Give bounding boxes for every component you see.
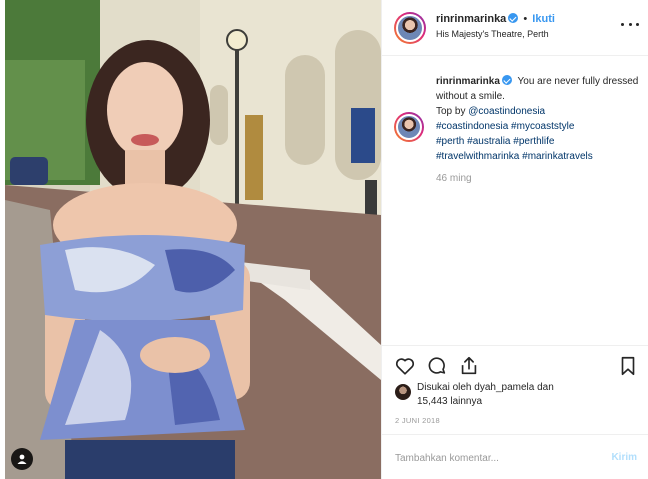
verified-badge-icon: [501, 75, 512, 85]
author-avatar[interactable]: [394, 12, 426, 44]
post-photo[interactable]: [5, 0, 381, 479]
likes-mid: dan: [534, 382, 554, 393]
likes-text: Disukai oleh dyah_pamela dan 15,443 lain…: [417, 381, 627, 409]
post-caption: rinrinmarinka You are never fully dresse…: [436, 74, 641, 164]
bookmark-icon[interactable]: [617, 355, 639, 377]
post-header: rinrinmarinka • Ikuti His Majesty's Thea…: [382, 0, 648, 56]
comment-icon[interactable]: [426, 355, 448, 377]
author-username[interactable]: rinrinmarinka: [436, 13, 506, 25]
comment-input[interactable]: [395, 450, 585, 466]
comment-bar: Kirim: [382, 434, 648, 479]
hashtags-line-1[interactable]: #coastindonesia #mycoaststyle: [436, 121, 574, 132]
liker-avatar[interactable]: [395, 384, 411, 400]
post-location[interactable]: His Majesty's Theatre, Perth: [436, 29, 549, 39]
author-line: rinrinmarinka • Ikuti: [436, 13, 555, 25]
verified-badge-icon: [508, 13, 519, 23]
post-date[interactable]: 2 JUNI 2018: [395, 416, 440, 425]
action-bar: [382, 345, 648, 385]
share-icon[interactable]: [458, 355, 480, 377]
follow-separator: •: [523, 13, 528, 25]
hashtags-line-3[interactable]: #travelwithmarinka #marinkatravels: [436, 151, 593, 162]
caption-time-ago: 46 ming: [436, 173, 472, 184]
caption-mention[interactable]: @coastindonesia: [468, 106, 545, 117]
caption-username[interactable]: rinrinmarinka: [436, 76, 500, 87]
send-comment-button[interactable]: Kirim: [611, 452, 637, 463]
likes-count[interactable]: 15,443 lainnya: [417, 396, 482, 407]
follow-button[interactable]: Ikuti: [532, 13, 555, 25]
caption-top-by: Top by: [436, 106, 469, 117]
post-details-panel: rinrinmarinka • Ikuti His Majesty's Thea…: [381, 0, 648, 479]
hashtags-line-2[interactable]: #perth #australia #perthlife: [436, 136, 554, 147]
user-tag-icon[interactable]: [11, 448, 33, 470]
likes-prefix: Disukai oleh: [417, 382, 475, 393]
more-icon[interactable]: [621, 17, 639, 31]
heart-icon[interactable]: [394, 355, 416, 377]
likes-user[interactable]: dyah_pamela: [474, 382, 534, 393]
caption-avatar[interactable]: [394, 112, 424, 142]
